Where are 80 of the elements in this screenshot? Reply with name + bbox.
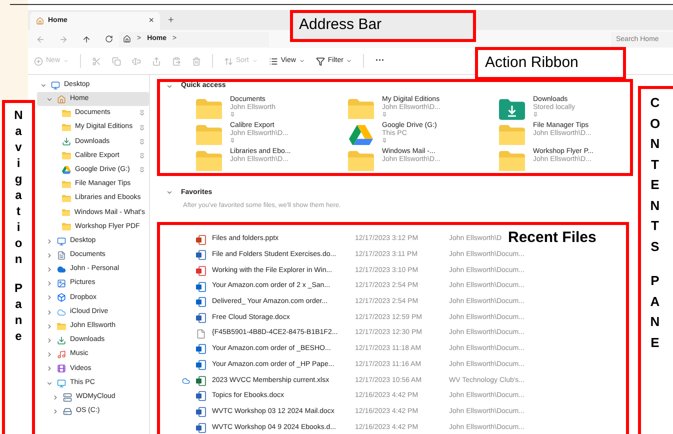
share-icon xyxy=(152,56,162,66)
list-icon xyxy=(268,56,278,66)
action-ribbon-callout: Action Ribbon xyxy=(475,47,626,80)
chevron-right-icon[interactable] xyxy=(52,408,59,415)
chevron-down-icon[interactable] xyxy=(40,82,47,89)
folder-icon xyxy=(62,209,70,216)
chevron-right-icon[interactable] xyxy=(52,394,59,401)
document-file-icon xyxy=(196,313,206,324)
chevron-down-icon[interactable] xyxy=(46,380,53,387)
up-icon[interactable] xyxy=(82,34,91,44)
chevron-right-icon[interactable] xyxy=(46,238,53,245)
download-icon xyxy=(62,137,71,146)
filter-icon xyxy=(316,56,325,66)
more-button[interactable]: ··· xyxy=(375,54,384,68)
close-tab-button[interactable]: × xyxy=(148,14,154,28)
monitor-icon xyxy=(51,80,60,90)
chevron-right-icon[interactable] xyxy=(46,322,53,330)
caret-icon xyxy=(63,58,70,64)
sort-icon xyxy=(224,56,234,66)
folder-icon xyxy=(62,124,71,132)
folder-icon xyxy=(348,98,374,120)
refresh-icon[interactable] xyxy=(105,35,113,43)
film-icon xyxy=(57,364,66,374)
folder-icon xyxy=(348,150,374,172)
folder-icon xyxy=(57,322,66,330)
rename-icon xyxy=(132,56,142,66)
chevron-right-icon[interactable] xyxy=(46,280,53,288)
chevron-right-icon[interactable] xyxy=(46,294,53,302)
plus-icon xyxy=(34,56,43,66)
folder-icon xyxy=(499,150,525,172)
music-icon xyxy=(57,350,66,360)
chevron-right-icon[interactable] xyxy=(46,252,53,259)
cloud-icon xyxy=(57,265,66,274)
triangle-logo-icon xyxy=(349,124,373,146)
caret-icon xyxy=(298,58,305,64)
copy-icon xyxy=(112,56,122,66)
new-tab-button[interactable]: + xyxy=(160,12,182,30)
chevron-down-icon[interactable] xyxy=(46,96,53,103)
chevron-down-icon[interactable] xyxy=(166,82,173,90)
trash-icon xyxy=(192,56,202,66)
house-icon xyxy=(123,35,131,43)
caret-icon xyxy=(252,58,258,64)
file-icon xyxy=(196,328,206,339)
vertical-label: Navigation Pane xyxy=(13,107,24,344)
chevron-right-icon[interactable] xyxy=(46,351,53,358)
folder-icon xyxy=(62,180,71,188)
drive-icon xyxy=(63,406,72,416)
download-folder-icon xyxy=(499,98,525,120)
chevron-down-icon[interactable] xyxy=(166,189,173,196)
house-icon xyxy=(36,17,44,25)
folder-icon xyxy=(196,124,222,146)
house-icon xyxy=(57,94,66,104)
folder-icon xyxy=(62,110,71,118)
paste-icon xyxy=(172,56,182,66)
chevron-right-icon[interactable] xyxy=(46,308,53,316)
scissors-icon xyxy=(92,56,102,66)
download-icon xyxy=(57,336,66,345)
document-file-icon xyxy=(196,407,206,418)
document-icon xyxy=(57,250,66,260)
monitor-icon xyxy=(57,236,66,246)
document-file-icon xyxy=(196,391,206,402)
folder-icon xyxy=(196,98,222,120)
folder-icon xyxy=(196,150,222,172)
document-file-icon xyxy=(196,250,206,260)
folder-icon xyxy=(62,195,71,202)
chevron-right-icon[interactable] xyxy=(46,365,53,372)
triangle-logo-icon xyxy=(62,166,71,174)
vertical-label: CONTENTS PANE xyxy=(648,94,662,352)
folder-icon xyxy=(62,223,71,231)
box-icon xyxy=(57,293,66,302)
chevron-right-icon[interactable] xyxy=(46,266,53,274)
picture-icon xyxy=(57,279,66,288)
folder-icon xyxy=(499,124,525,146)
chevron-right-icon[interactable] xyxy=(46,336,53,344)
folder-icon xyxy=(62,152,71,160)
address-bar-callout: Address Bar xyxy=(290,10,476,42)
caret-icon xyxy=(346,58,352,64)
monitor-icon xyxy=(57,378,66,388)
server-icon xyxy=(63,392,72,402)
cloud-icon xyxy=(57,308,66,317)
